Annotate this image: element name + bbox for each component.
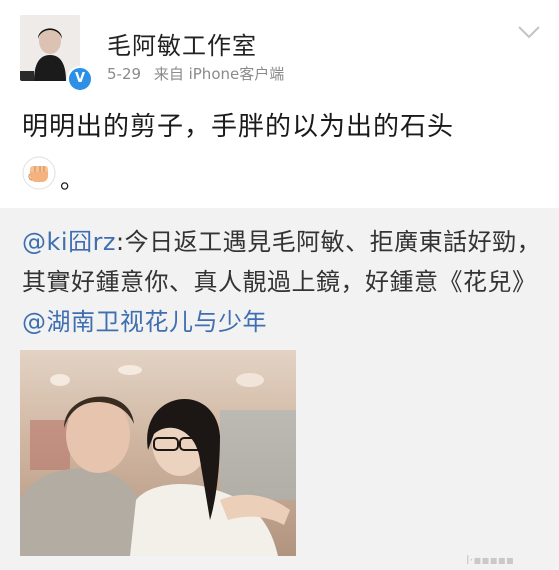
fist-emoji-icon: [22, 156, 56, 190]
repost-text: @ki囧rz:今日返工遇見毛阿敏、拒廣東話好勁，其實好鍾意你、真人靚過上鏡，好鍾…: [22, 222, 542, 342]
repost-block[interactable]: @ki囧rz:今日返工遇見毛阿敏、拒廣東話好勁，其實好鍾意你、真人靚過上鏡，好鍾…: [0, 208, 559, 570]
selfie-photo: [20, 350, 296, 556]
author-name[interactable]: 毛阿敏工作室: [107, 26, 257, 61]
post-header: V 毛阿敏工作室 5-29 来自 iPhone客户端: [0, 0, 559, 92]
repost-photo[interactable]: [20, 350, 296, 556]
post-text-period: 。: [60, 166, 84, 194]
mention-link-show[interactable]: @湖南卫视花儿与少年: [22, 308, 267, 336]
verified-badge: V: [67, 66, 93, 92]
post-date: 5-29: [107, 65, 142, 83]
post-text: 明明出的剪子，手胖的以为出的石头: [22, 112, 455, 142]
post-meta: 5-29 来自 iPhone客户端: [107, 63, 284, 84]
post-source: 来自 iPhone客户端: [153, 65, 285, 83]
mention-link[interactable]: @ki囧rz: [22, 228, 116, 256]
watermark: Ⅰ·▪▪▪▪▪: [466, 553, 515, 567]
chevron-down-icon[interactable]: [516, 18, 542, 44]
